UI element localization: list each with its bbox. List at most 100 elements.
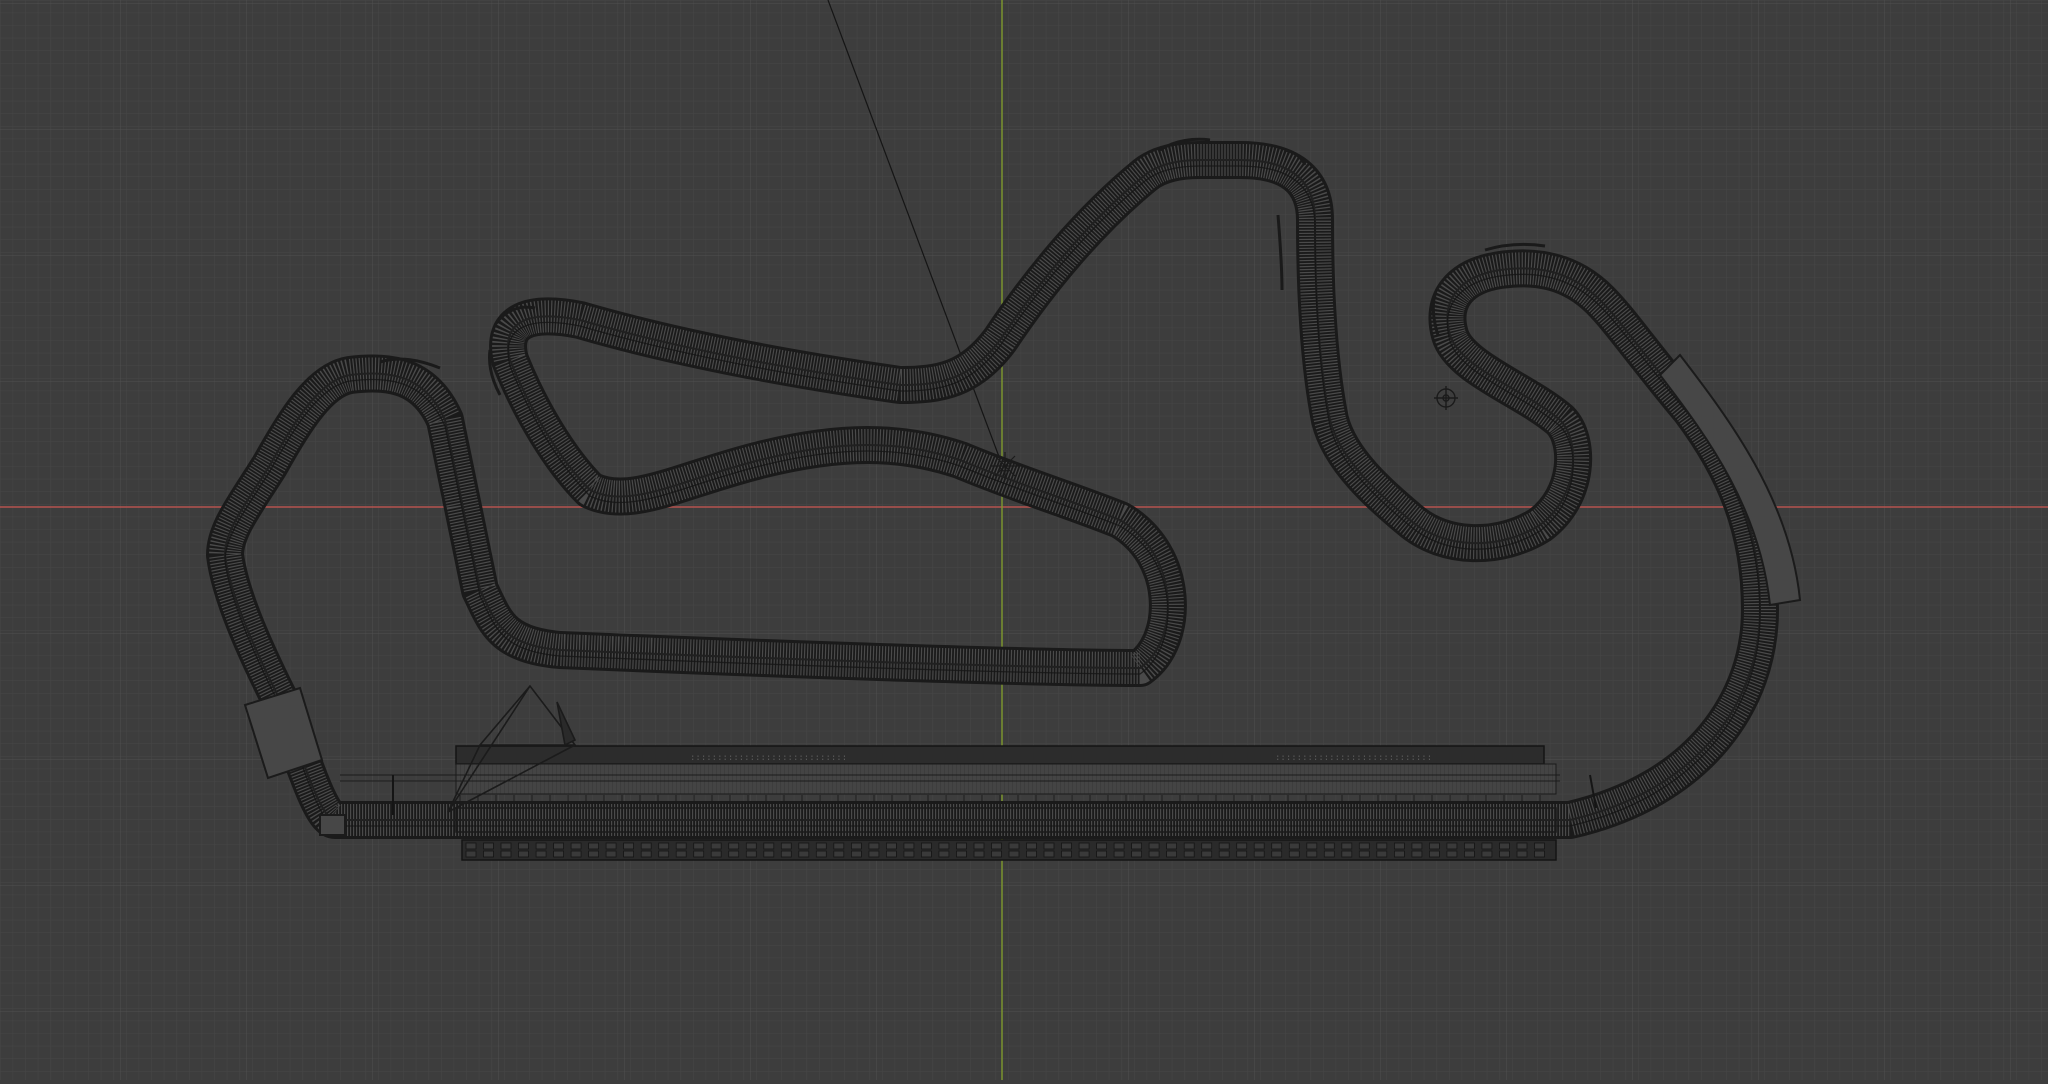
grandstand-seat bbox=[553, 850, 564, 858]
grandstand-seat bbox=[623, 842, 634, 850]
grandstand-seat bbox=[1008, 850, 1020, 858]
grandstand-seat bbox=[693, 850, 705, 858]
grandstand-seat bbox=[728, 850, 740, 858]
grandstand-seat bbox=[483, 850, 494, 858]
grandstand-seat bbox=[745, 850, 757, 858]
grandstand-seat bbox=[1288, 850, 1300, 858]
grandstand-seat bbox=[1183, 850, 1195, 858]
grandstand-seat bbox=[763, 850, 775, 858]
grandstand-seat bbox=[1061, 850, 1072, 858]
grandstand-seat bbox=[868, 850, 880, 858]
grandstand-seat bbox=[1323, 842, 1335, 850]
grandstand-seat bbox=[1271, 850, 1283, 858]
grandstand-seat bbox=[1358, 842, 1370, 850]
grandstand-seat bbox=[780, 850, 792, 858]
grandstand-seat bbox=[588, 842, 599, 850]
grandstand-seat bbox=[1166, 850, 1177, 858]
grandstand-seat bbox=[1411, 842, 1423, 850]
grandstand-seat bbox=[938, 842, 950, 850]
grandstand-seat bbox=[1131, 850, 1142, 858]
grandstand-seat bbox=[693, 842, 705, 850]
grandstand-seat bbox=[1306, 850, 1318, 858]
grandstand-seat bbox=[921, 850, 932, 858]
grandstand-seat bbox=[1323, 850, 1335, 858]
grandstand-seat bbox=[518, 842, 529, 850]
grandstand-seat bbox=[1411, 850, 1423, 858]
grandstand-seat bbox=[1043, 850, 1055, 858]
pit-lane-wire bbox=[456, 764, 1556, 794]
grandstand-seat bbox=[1358, 850, 1370, 858]
grandstand-seat bbox=[675, 850, 687, 858]
grandstand-seat bbox=[1534, 842, 1545, 850]
grandstand-seat bbox=[1306, 842, 1318, 850]
grandstand-seat bbox=[605, 842, 617, 850]
grandstand-seat bbox=[658, 842, 670, 850]
grandstand-seat bbox=[1464, 850, 1475, 858]
grandstand-seat bbox=[798, 850, 810, 858]
grandstand-seat bbox=[921, 842, 932, 850]
grandstand-seat bbox=[1026, 850, 1037, 858]
pit-roof-marking: ::::::::::::::::::::::::::::: bbox=[690, 753, 847, 763]
grandstand-seat bbox=[1131, 842, 1142, 850]
grandstand-seat bbox=[1113, 850, 1125, 858]
grandstand-seat bbox=[675, 842, 687, 850]
grandstand-seat bbox=[1061, 842, 1072, 850]
grandstand-seat bbox=[868, 842, 880, 850]
grandstand-seat bbox=[745, 842, 757, 850]
grandstand-seat bbox=[1429, 850, 1440, 858]
grandstand-seat bbox=[1096, 842, 1107, 850]
grandstand-seat bbox=[1446, 850, 1458, 858]
grandstand-seat bbox=[886, 842, 897, 850]
grandstand-seat bbox=[1043, 842, 1055, 850]
grandstand-seat bbox=[1429, 842, 1440, 850]
grandstand-seat bbox=[1236, 850, 1248, 858]
grandstand-seat bbox=[1534, 850, 1545, 858]
grandstand-seat bbox=[1183, 842, 1195, 850]
grandstand-seat bbox=[658, 850, 670, 858]
grandstand-seat bbox=[1516, 850, 1528, 858]
grandstand-seat bbox=[815, 842, 827, 850]
grandstand-seat bbox=[833, 842, 845, 850]
grandstand-seat bbox=[763, 842, 775, 850]
grandstand-seat bbox=[815, 850, 827, 858]
grandstand-seat bbox=[1078, 842, 1090, 850]
grandstand-seat bbox=[1096, 850, 1107, 858]
grandstand-seat bbox=[465, 842, 477, 850]
grandstand-seat bbox=[465, 850, 477, 858]
grandstand-seat bbox=[570, 842, 582, 850]
grandstand-seat bbox=[1481, 842, 1493, 850]
grandstand-seat bbox=[938, 850, 950, 858]
grandstand-seat bbox=[1078, 850, 1090, 858]
grandstand-seat bbox=[605, 850, 617, 858]
viewport-canvas[interactable]: ::::::::::::::::::::::::::::: ::::::::::… bbox=[0, 0, 2048, 1080]
grandstand-seat bbox=[500, 842, 512, 850]
grandstand-seat bbox=[728, 842, 740, 850]
grandstand-seat bbox=[640, 842, 652, 850]
grandstand-seat bbox=[1394, 842, 1405, 850]
grandstand-seat bbox=[991, 850, 1002, 858]
grandstand-seat bbox=[1499, 850, 1510, 858]
grandstand-seat bbox=[1148, 842, 1160, 850]
grandstand-seat bbox=[1201, 850, 1213, 858]
grandstand-seat bbox=[1148, 850, 1160, 858]
grandstand-seat bbox=[956, 842, 967, 850]
grandstand-seat bbox=[903, 850, 915, 858]
grandstand-seat bbox=[500, 850, 512, 858]
grandstand-seat bbox=[1218, 842, 1230, 850]
grandstand-seat bbox=[535, 842, 547, 850]
grandstand-seat bbox=[1288, 842, 1300, 850]
pit-box-dividers bbox=[459, 795, 1541, 832]
grandstand-seat bbox=[588, 850, 599, 858]
pit-roof-marking: ::::::::::::::::::::::::::::: bbox=[1275, 753, 1432, 763]
grandstand-seat bbox=[851, 842, 862, 850]
3d-viewport[interactable]: ::::::::::::::::::::::::::::: ::::::::::… bbox=[0, 0, 2048, 1080]
grandstand-seat bbox=[518, 850, 529, 858]
grandstand-seat bbox=[1446, 842, 1458, 850]
grandstand-seat bbox=[903, 842, 915, 850]
grandstand-seat bbox=[1341, 842, 1353, 850]
grandstand-seat bbox=[1113, 842, 1125, 850]
grandstand-seat bbox=[623, 850, 634, 858]
grandstand-seat bbox=[1499, 842, 1510, 850]
grandstand-seat bbox=[1376, 842, 1388, 850]
grandstand-seat bbox=[710, 850, 722, 858]
